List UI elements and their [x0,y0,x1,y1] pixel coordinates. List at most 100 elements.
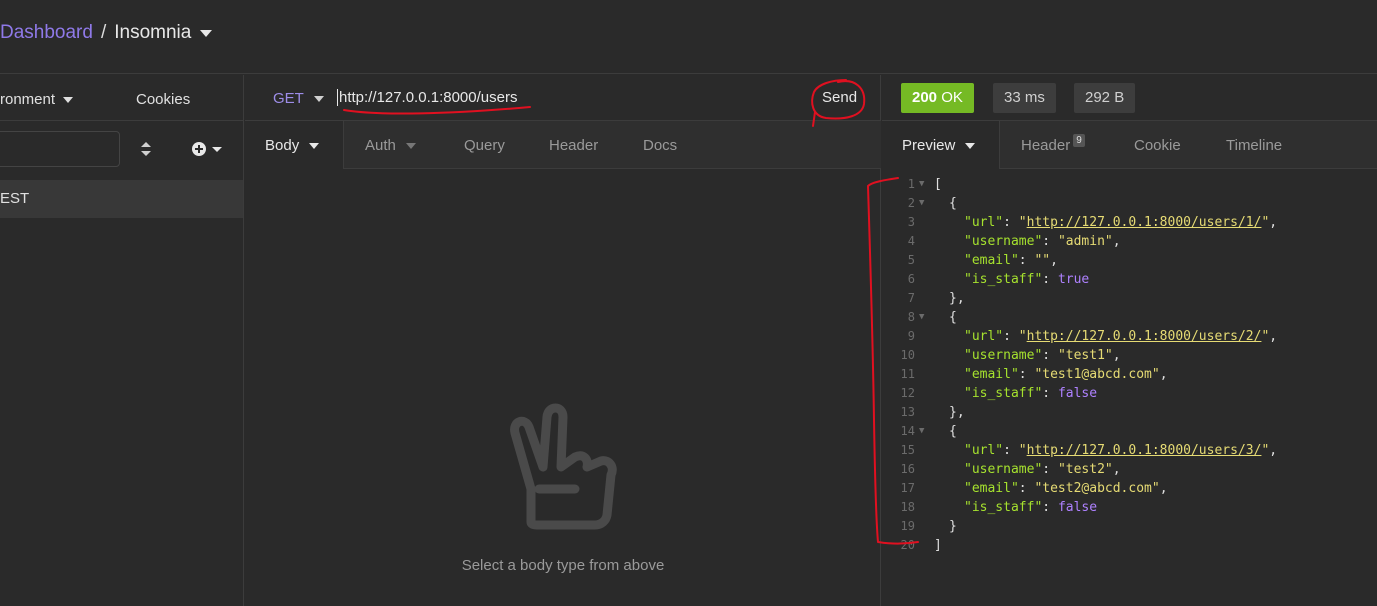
json-url-link[interactable]: http://127.0.0.1:8000/users/2/ [1027,329,1262,344]
breadcrumb-project[interactable]: Insomnia [114,22,191,44]
code-line: 5 "email": "", [882,251,1377,270]
json-key: "url" [964,443,1004,458]
method-dropdown[interactable]: GET [273,90,324,107]
json-punct: { [949,196,957,211]
cookies-button[interactable]: Cookies [136,91,190,108]
json-colon: : [1018,367,1035,382]
json-comma: , [1269,443,1278,458]
line-number: 2 [907,196,915,210]
line-number: 13 [900,405,915,419]
line-number: 9 [907,329,915,343]
code-content: "email": "test1@abcd.com", [964,365,1168,384]
insomnia-window: Dashboard / Insomnia ronment Cookies EST [0,0,1377,606]
empty-body-message: Select a body type from above [461,557,665,574]
status-text: OK [941,89,963,106]
json-colon: : [1042,386,1058,401]
json-punct: { [949,424,957,439]
line-number: 5 [907,253,915,267]
chevron-down-icon [63,96,74,103]
code-line: 17 "email": "test2@abcd.com", [882,479,1377,498]
code-line: 14 ▼ { [882,422,1377,441]
line-number: 4 [907,234,915,248]
filter-input[interactable] [0,131,120,167]
json-quote: " [1018,443,1027,458]
code-content: ] [934,536,942,555]
tab-response-header[interactable]: Header 9 [1021,134,1085,154]
code-line: 1 ▼ [ [882,175,1377,194]
tab-query[interactable]: Query [464,137,505,154]
json-value: "admin" [1057,234,1113,249]
chevron-down-icon [405,142,416,149]
code-line: 9 "url": "http://127.0.0.1:8000/users/2/"… [882,327,1377,346]
json-colon: : [1042,272,1058,287]
sort-icon[interactable] [140,141,152,157]
json-colon: : [1042,234,1058,249]
tab-preview-label: Preview [902,137,956,154]
tab-header[interactable]: Header [549,137,598,154]
send-button[interactable]: Send [822,89,857,106]
json-key: "is_staff" [964,386,1043,401]
breadcrumb: Dashboard / Insomnia [0,22,213,44]
code-content: "url": "http://127.0.0.1:8000/users/1/", [964,213,1277,232]
code-line: 15 "url": "http://127.0.0.1:8000/users/3/… [882,441,1377,460]
line-number: 6 [907,272,915,286]
tab-cookie[interactable]: Cookie [1134,137,1181,154]
json-url-link[interactable]: http://127.0.0.1:8000/users/3/ [1027,443,1262,458]
divider [344,168,881,169]
tab-body[interactable]: Body [265,137,320,154]
json-punct: ] [934,538,942,553]
line-number: 1 [907,177,915,191]
plus-circle-icon[interactable] [192,141,224,157]
code-content: { [949,194,957,213]
code-line: 18 "is_staff": false [882,498,1377,517]
fold-arrow-icon[interactable]: ▼ [919,175,924,194]
json-colon: : [1003,443,1019,458]
breadcrumb-dashboard[interactable]: Dashboard [0,22,93,44]
code-line: 16 "username": "test2", [882,460,1377,479]
environment-dropdown[interactable]: ronment [0,91,74,108]
status-badge: 200 OK [901,83,974,113]
code-content: "is_staff": true [964,270,1089,289]
code-line: 19} [882,517,1377,536]
json-punct: } [949,519,957,534]
chevron-down-icon [309,142,320,149]
chevron-down-icon[interactable] [200,29,213,37]
line-number: 17 [900,481,915,495]
tab-docs[interactable]: Docs [643,137,677,154]
code-line: 12 "is_staff": false [882,384,1377,403]
json-comma: , [1112,234,1121,249]
json-value: "" [1034,253,1051,268]
code-line: 4 "username": "admin", [882,232,1377,251]
line-number: 19 [900,519,915,533]
line-number: 12 [900,386,915,400]
line-number: 14 [900,424,915,438]
json-colon: : [1003,215,1019,230]
json-key: "url" [964,215,1004,230]
sidebar-request-item[interactable]: EST [0,180,243,218]
json-value: "test1@abcd.com" [1034,367,1160,382]
tab-body-label: Body [265,137,300,154]
status-code: 200 [912,89,938,106]
code-line: 8 ▼ { [882,308,1377,327]
fold-arrow-icon[interactable]: ▼ [919,422,924,441]
divider [0,120,244,121]
header-count-badge: 9 [1073,134,1085,147]
fold-arrow-icon[interactable]: ▼ [919,194,924,213]
json-value: true [1057,272,1090,287]
json-url-link[interactable]: http://127.0.0.1:8000/users/1/ [1027,215,1262,230]
tab-timeline[interactable]: Timeline [1226,137,1282,154]
json-comma: , [1112,462,1121,477]
json-key: "email" [964,253,1019,268]
tab-preview[interactable]: Preview [902,137,976,154]
url-input[interactable]: http://127.0.0.1:8000/users [337,89,517,106]
json-comma: , [1269,329,1278,344]
response-status-bar: 200 OK 33 ms 292 B [882,75,1377,121]
response-size-badge: 292 B [1074,83,1136,113]
code-line: 11 "email": "test1@abcd.com", [882,365,1377,384]
fold-arrow-icon[interactable]: ▼ [919,308,924,327]
code-content: { [949,308,957,327]
json-value: "test2" [1057,462,1113,477]
tab-auth[interactable]: Auth [365,137,416,154]
request-tabs-background [344,121,881,169]
json-comma: , [1159,481,1168,496]
